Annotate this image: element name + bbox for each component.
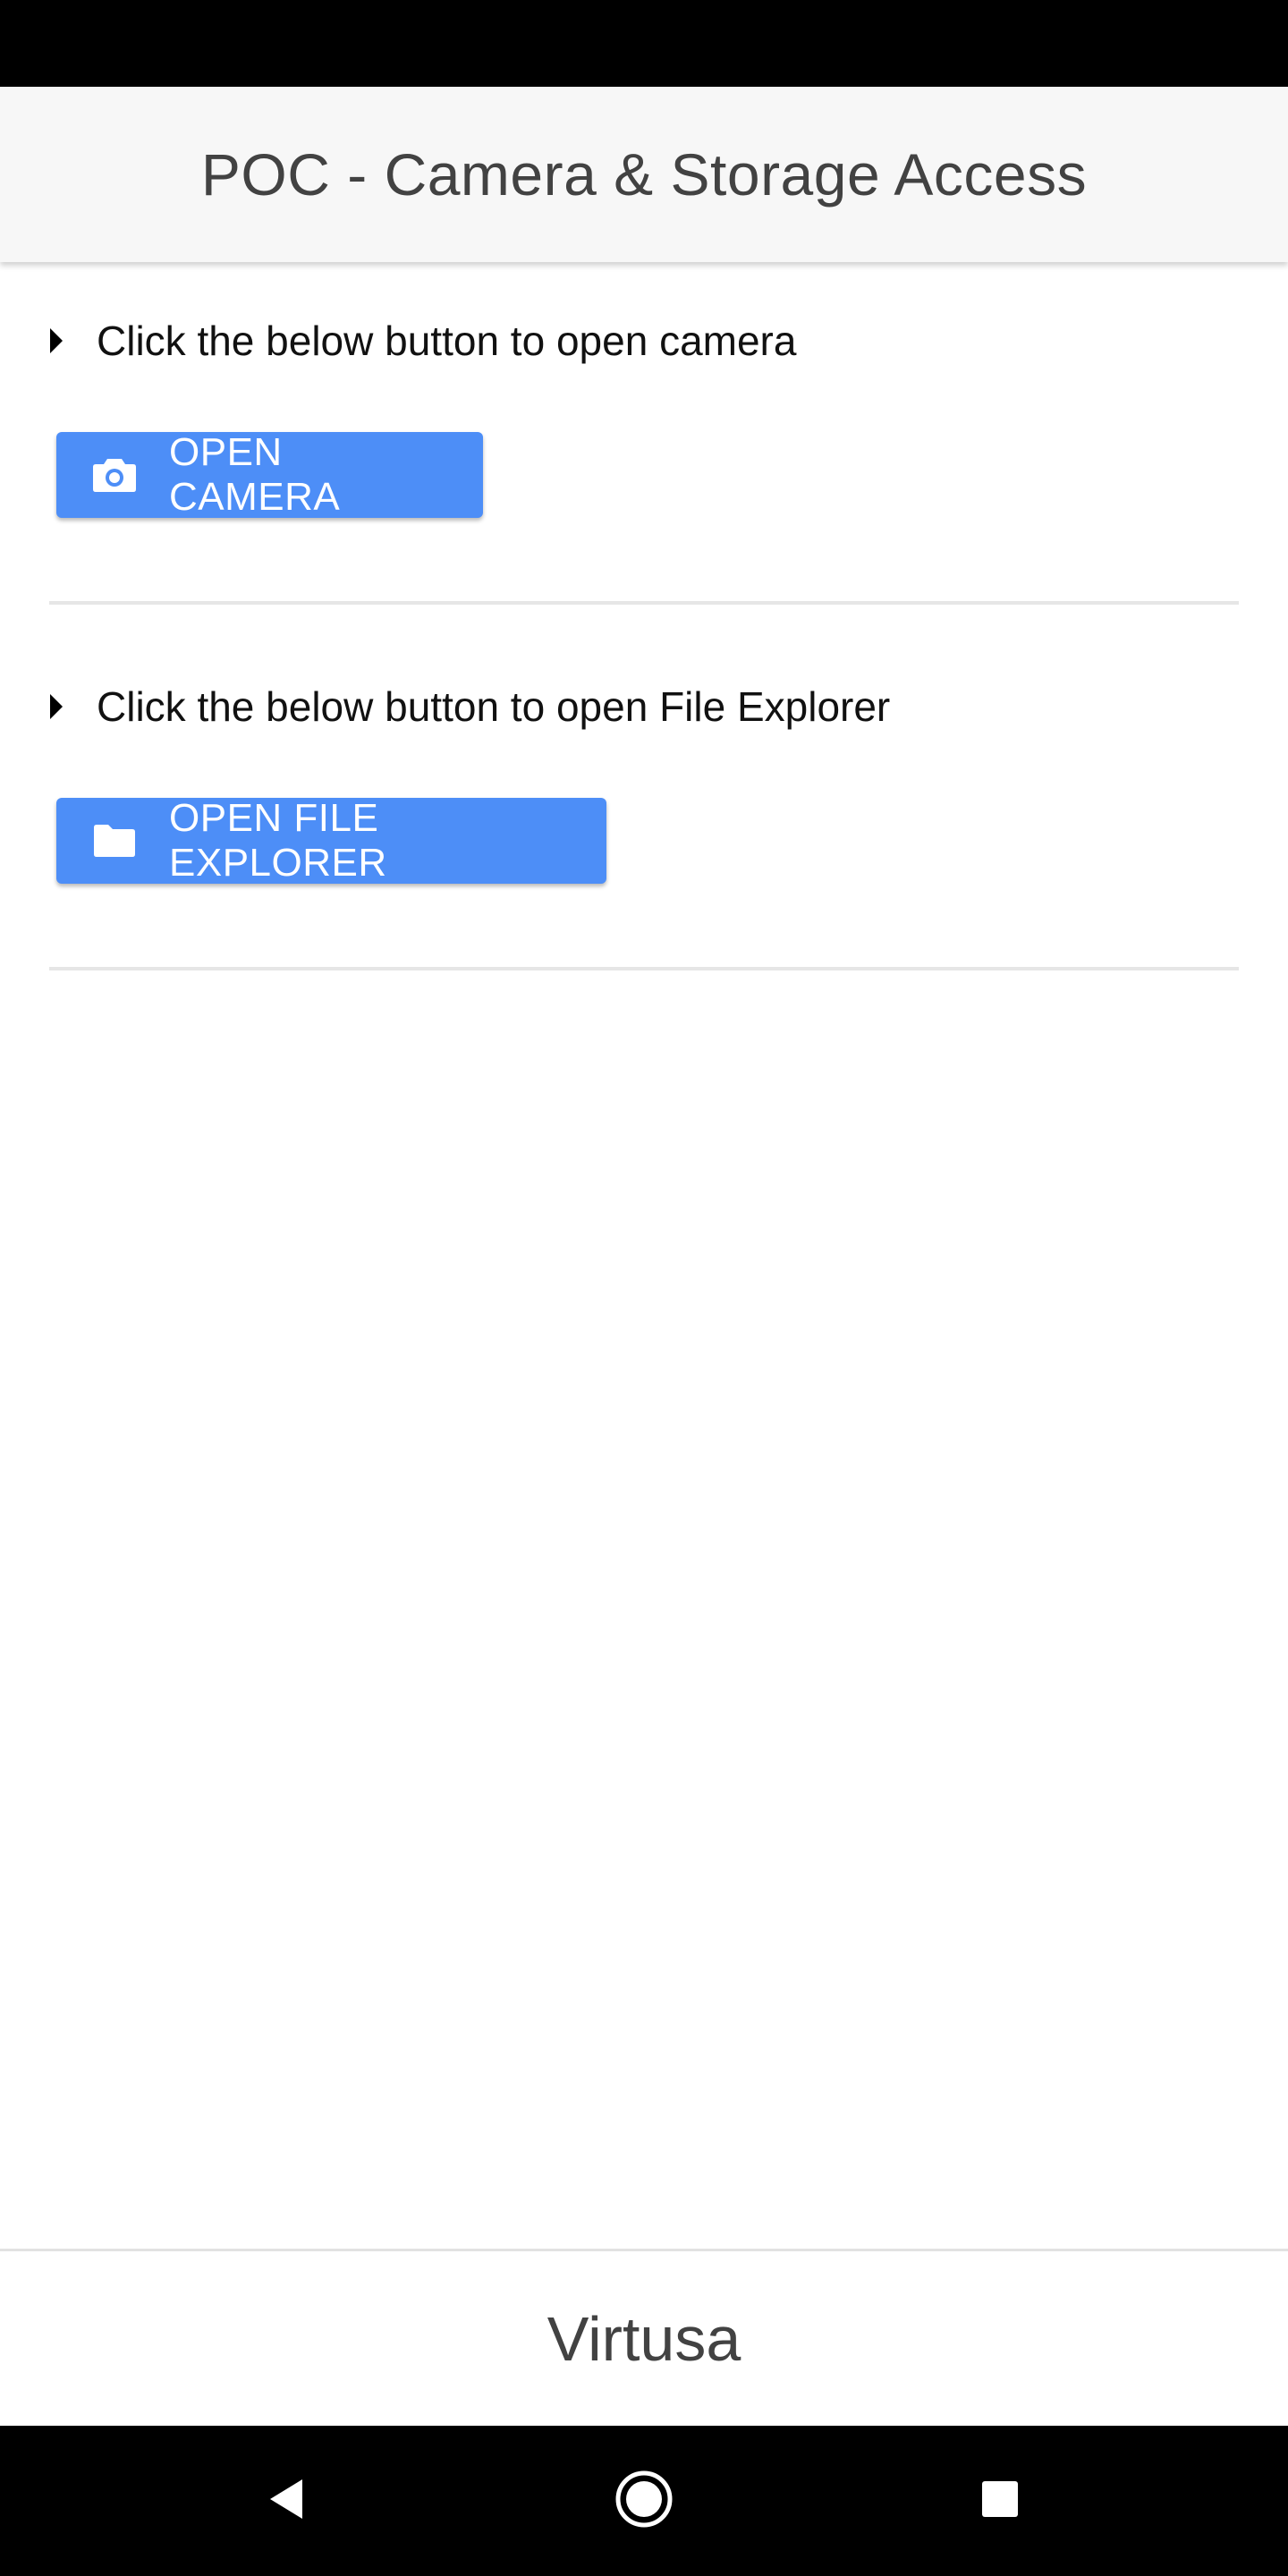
file-explorer-instruction: Click the below button to open File Expl… [50,680,890,733]
app-header: POC - Camera & Storage Access [0,87,1288,262]
folder-icon [92,823,137,859]
home-circle-icon [614,2470,674,2533]
divider [49,601,1239,605]
nav-recents-button[interactable] [928,2426,1072,2576]
back-triangle-icon [267,2477,306,2526]
open-camera-label: OPEN CAMERA [169,430,341,519]
camera-icon [92,457,137,493]
open-file-explorer-label: OPEN FILE EXPLORER [169,796,387,885]
footer: Virtusa [0,2249,1288,2426]
page-title: POC - Camera & Storage Access [200,141,1088,208]
caret-right-icon [50,328,63,353]
camera-instruction-text: Click the below button to open camera [97,318,797,364]
camera-section: Click the below button to open camera OP… [0,262,1288,605]
open-camera-button[interactable]: OPEN CAMERA [56,430,483,519]
file-explorer-instruction-text: Click the below button to open File Expl… [97,683,891,730]
divider [49,967,1239,970]
recents-square-icon [980,2479,1020,2523]
file-explorer-section: Click the below button to open File Expl… [0,628,1288,970]
nav-back-button[interactable] [215,2426,358,2576]
footer-brand: Virtusa [547,2303,741,2374]
nav-home-button[interactable] [572,2426,716,2576]
caret-right-icon [50,694,63,719]
navigation-bar [0,2426,1288,2576]
camera-instruction: Click the below button to open camera [50,314,796,368]
status-bar [0,0,1288,87]
open-file-explorer-button[interactable]: OPEN FILE EXPLORER [56,796,606,885]
